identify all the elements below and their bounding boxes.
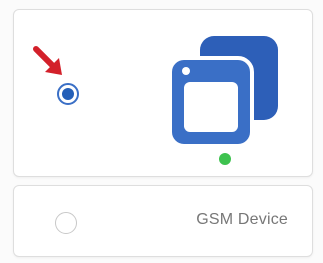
device-option-card-gsm[interactable]: GSM Device <box>13 185 313 257</box>
gsm-device-label: GSM Device <box>196 211 288 228</box>
device-option-radio-selected[interactable] <box>57 83 79 105</box>
red-arrow-icon <box>33 46 62 75</box>
window-stack-icon <box>168 36 278 148</box>
radio-selected-dot <box>62 88 74 100</box>
status-online-dot <box>219 153 231 165</box>
device-selector: GSM Device <box>0 0 323 263</box>
device-option-card-app[interactable] <box>13 9 313 177</box>
device-option-radio-gsm[interactable] <box>55 212 77 234</box>
